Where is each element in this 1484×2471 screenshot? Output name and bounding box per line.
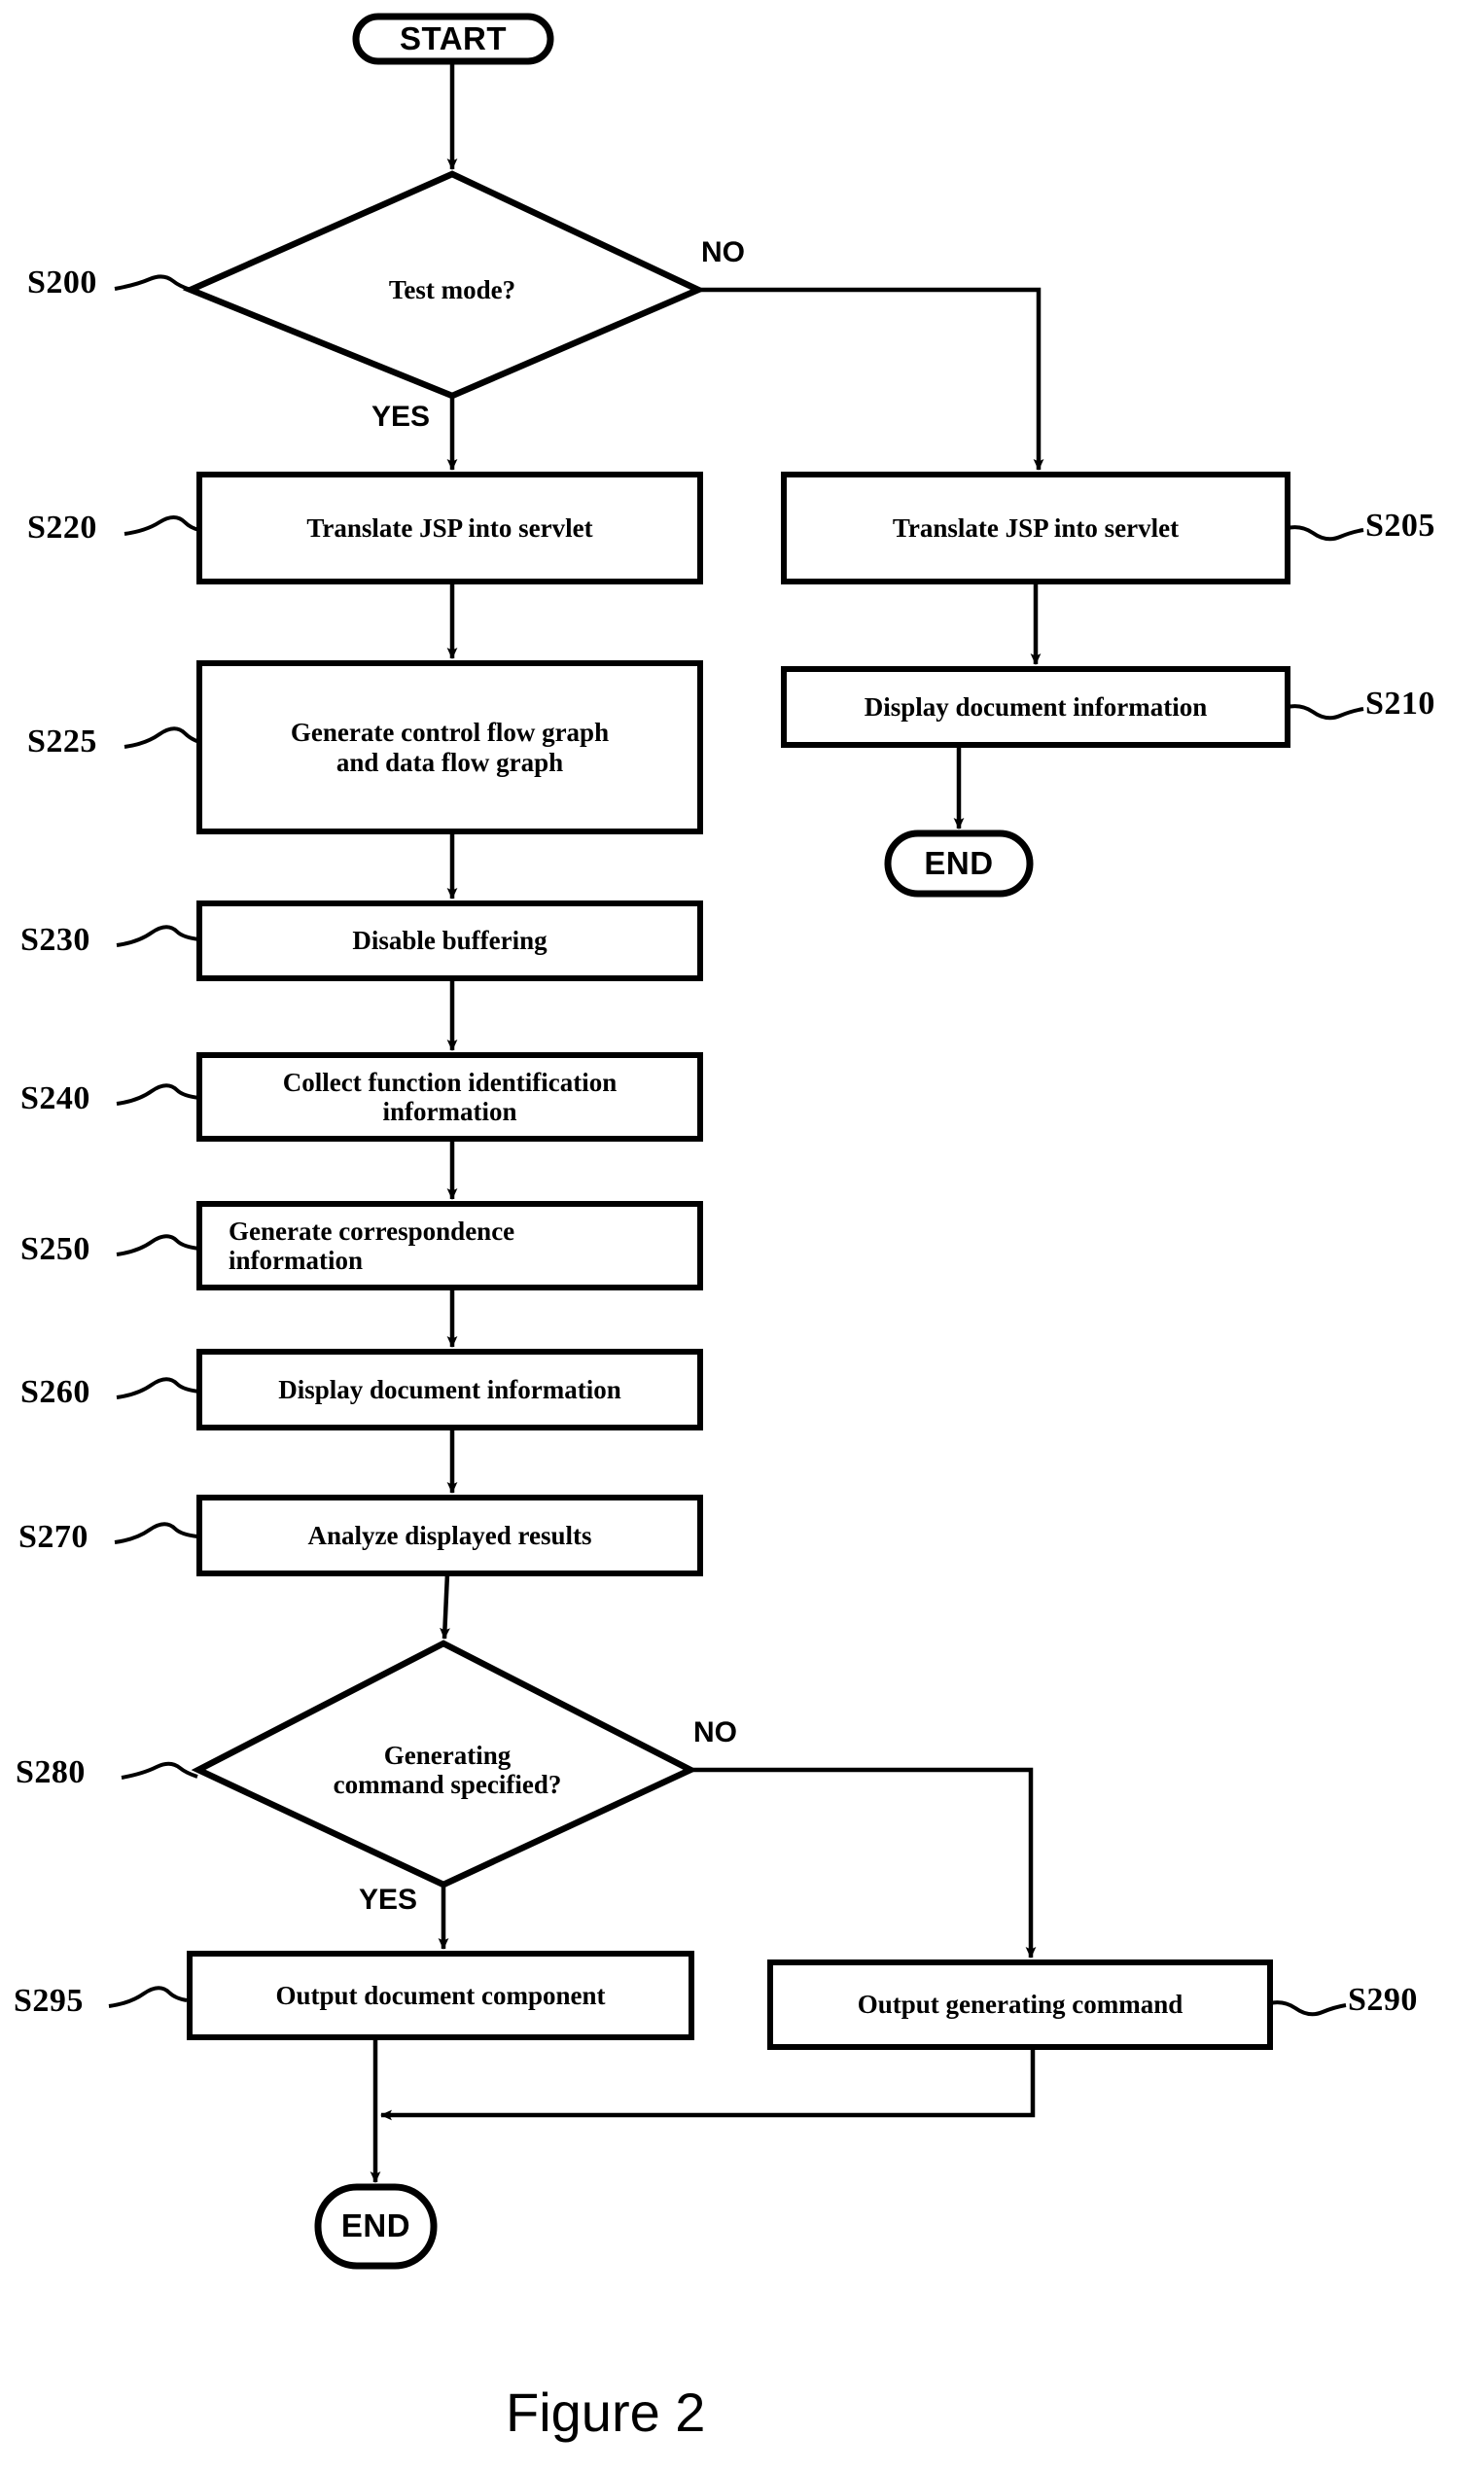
step-tag-s290: S290: [1348, 1982, 1418, 2018]
process-box-s295: [187, 1951, 694, 2040]
edge-s290-to-merge: [380, 2047, 1036, 2121]
step-tag-s240: S240: [20, 1080, 90, 1116]
leader-s240: [116, 1083, 200, 1106]
process-box-s210: [781, 666, 1290, 748]
leader-s200: [114, 274, 192, 292]
process-box-s225: [196, 660, 703, 834]
step-tag-s205: S205: [1365, 508, 1435, 544]
figure-page: START Test mode? Translate JSP into serv…: [0, 0, 1484, 2471]
leader-s280: [121, 1761, 198, 1780]
step-tag-s230: S230: [20, 922, 90, 958]
leader-s210: [1287, 704, 1364, 721]
process-box-s230: [196, 900, 703, 981]
step-tag-s280: S280: [16, 1754, 86, 1790]
step-tag-s220: S220: [27, 510, 97, 546]
edge-s200-no-to-s205: [698, 287, 1044, 471]
step-tag-s260: S260: [20, 1374, 90, 1410]
edge-s270-to-s280: [440, 1572, 450, 1640]
process-box-s205: [781, 472, 1290, 584]
process-box-s270: [196, 1495, 703, 1576]
step-tag-s200: S200: [27, 265, 97, 300]
step-tag-s225: S225: [27, 724, 97, 759]
decision-s280: [191, 1640, 698, 1889]
edge-s280-no-to-s290: [690, 1767, 1037, 1959]
leader-s205: [1287, 525, 1364, 542]
leader-s230: [116, 925, 200, 947]
leader-s260: [116, 1377, 200, 1399]
decision-s200: [182, 170, 706, 400]
process-box-s250: [196, 1201, 703, 1290]
process-box-s240: [196, 1052, 703, 1142]
branch-label-s280-yes: YES: [359, 1884, 418, 1916]
branch-label-s280-no: NO: [693, 1716, 737, 1748]
leader-s270: [114, 1522, 198, 1544]
step-tag-s250: S250: [20, 1231, 90, 1267]
leader-s220: [124, 515, 200, 536]
leader-s225: [124, 726, 200, 749]
flowchart-canvas: [108, 13, 1364, 2270]
process-box-s220: [196, 472, 703, 584]
end-terminator-left: [314, 2183, 438, 2270]
step-tag-s295: S295: [14, 1983, 84, 2019]
figure-caption: Figure 2: [506, 2382, 706, 2443]
leader-s290: [1269, 2000, 1347, 2017]
process-box-s260: [196, 1349, 703, 1430]
start-terminator: [352, 13, 554, 65]
end-terminator-right: [884, 830, 1034, 898]
leader-s250: [116, 1234, 200, 1256]
process-box-s290: [767, 1959, 1273, 2050]
branch-label-s200-yes: YES: [371, 401, 431, 433]
leader-s295: [108, 1986, 188, 2008]
branch-label-s200-no: NO: [701, 236, 745, 268]
step-tag-s270: S270: [18, 1519, 88, 1555]
step-tag-s210: S210: [1365, 686, 1435, 722]
